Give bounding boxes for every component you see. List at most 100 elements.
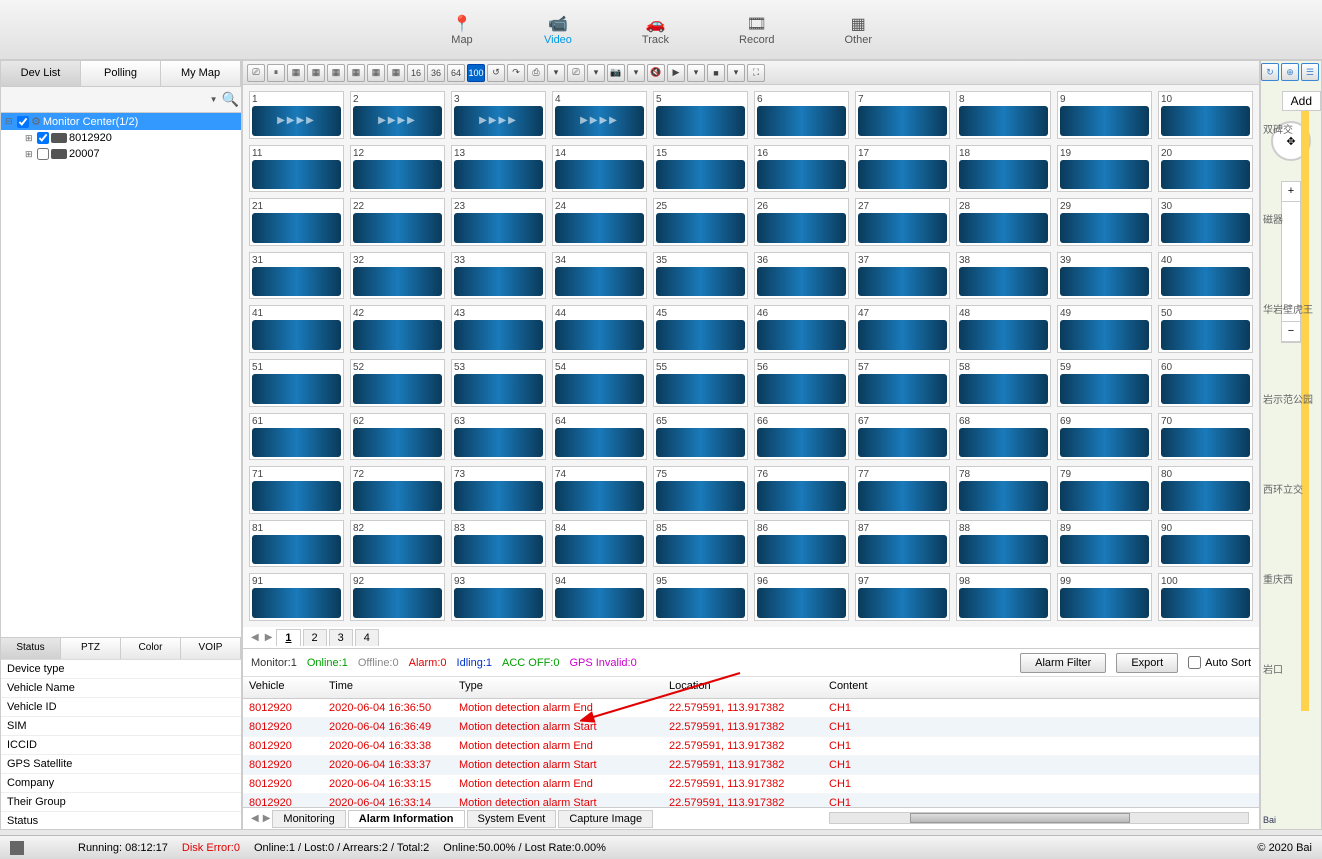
tree-root[interactable]: ⊟ ⚙ Monitor Center(1/2) — [1, 113, 241, 130]
page-next-icon[interactable]: ▶ — [263, 632, 275, 643]
alarm-row[interactable]: 80129202020-06-04 16:36:49Motion detecti… — [243, 718, 1259, 737]
video-cell-99[interactable]: 99 — [1057, 573, 1152, 621]
video-cell-53[interactable]: 53 — [451, 359, 546, 407]
video-cell-61[interactable]: 61 — [249, 413, 344, 461]
video-cell-91[interactable]: 91 — [249, 573, 344, 621]
video-cell-44[interactable]: 44 — [552, 305, 647, 353]
toolbar-btn-10[interactable]: 64 — [447, 64, 465, 82]
subtab-next-icon[interactable]: ▶ — [261, 813, 273, 824]
map-panel[interactable]: ↻⊕☰ Add ✥ + − 双碑交磁器华岩壁虎王岩示范公园西环立交重庆西岩口 B… — [1260, 60, 1322, 830]
toolbar-btn-12[interactable]: ↺ — [487, 64, 505, 82]
page-tab-3[interactable]: 3 — [329, 629, 353, 646]
video-cell-4[interactable]: 4 — [552, 91, 647, 139]
video-cell-42[interactable]: 42 — [350, 305, 445, 353]
video-cell-82[interactable]: 82 — [350, 520, 445, 568]
video-cell-6[interactable]: 6 — [754, 91, 849, 139]
video-cell-70[interactable]: 70 — [1158, 413, 1253, 461]
toolbar-btn-3[interactable]: ▦ — [307, 64, 325, 82]
toolbar-btn-1[interactable]: ⏸ — [267, 64, 285, 82]
tree-device-20007[interactable]: ⊞ 20007 — [1, 146, 241, 162]
page-tab-4[interactable]: 4 — [355, 629, 379, 646]
video-cell-75[interactable]: 75 — [653, 466, 748, 514]
horizontal-scrollbar[interactable] — [829, 812, 1249, 824]
toolbar-btn-7[interactable]: ▦ — [387, 64, 405, 82]
video-cell-100[interactable]: 100 — [1158, 573, 1253, 621]
statustab-status[interactable]: Status — [1, 638, 61, 659]
toolbar-btn-0[interactable]: ⎚ — [247, 64, 265, 82]
toolbar-btn-23[interactable]: ■ — [707, 64, 725, 82]
toolbar-btn-15[interactable]: ▾ — [547, 64, 565, 82]
video-cell-27[interactable]: 27 — [855, 198, 950, 246]
video-cell-88[interactable]: 88 — [956, 520, 1051, 568]
video-cell-95[interactable]: 95 — [653, 573, 748, 621]
video-cell-54[interactable]: 54 — [552, 359, 647, 407]
video-cell-7[interactable]: 7 — [855, 91, 950, 139]
video-cell-47[interactable]: 47 — [855, 305, 950, 353]
device-search-input[interactable] — [3, 89, 204, 110]
video-cell-15[interactable]: 15 — [653, 145, 748, 193]
tree-device-8012920[interactable]: ⊞ 8012920 — [1, 130, 241, 146]
toolbar-btn-13[interactable]: ↷ — [507, 64, 525, 82]
video-cell-84[interactable]: 84 — [552, 520, 647, 568]
video-cell-21[interactable]: 21 — [249, 198, 344, 246]
nav-map[interactable]: 📍Map — [450, 14, 474, 46]
subtab-prev-icon[interactable]: ◀ — [249, 813, 261, 824]
toolbar-btn-5[interactable]: ▦ — [347, 64, 365, 82]
subtab-system-event[interactable]: System Event — [467, 810, 557, 828]
video-cell-78[interactable]: 78 — [956, 466, 1051, 514]
video-cell-39[interactable]: 39 — [1057, 252, 1152, 300]
video-cell-59[interactable]: 59 — [1057, 359, 1152, 407]
video-cell-43[interactable]: 43 — [451, 305, 546, 353]
video-cell-96[interactable]: 96 — [754, 573, 849, 621]
video-cell-72[interactable]: 72 — [350, 466, 445, 514]
alarm-row[interactable]: 80129202020-06-04 16:33:14Motion detecti… — [243, 794, 1259, 807]
video-cell-3[interactable]: 3 — [451, 91, 546, 139]
device-checkbox[interactable] — [37, 148, 49, 160]
statustab-color[interactable]: Color — [121, 638, 181, 659]
alarm-row[interactable]: 80129202020-06-04 16:36:50Motion detecti… — [243, 699, 1259, 718]
toolbar-btn-14[interactable]: ⎙ — [527, 64, 545, 82]
video-cell-20[interactable]: 20 — [1158, 145, 1253, 193]
video-cell-37[interactable]: 37 — [855, 252, 950, 300]
page-tab-1[interactable]: 1 — [276, 629, 300, 646]
maptool-0[interactable]: ↻ — [1261, 63, 1279, 81]
video-cell-38[interactable]: 38 — [956, 252, 1051, 300]
video-cell-80[interactable]: 80 — [1158, 466, 1253, 514]
video-cell-81[interactable]: 81 — [249, 520, 344, 568]
toolbar-btn-16[interactable]: ⎚ — [567, 64, 585, 82]
video-cell-5[interactable]: 5 — [653, 91, 748, 139]
video-cell-1[interactable]: 1 — [249, 91, 344, 139]
sidetab-dev-list[interactable]: Dev List — [1, 61, 81, 86]
video-cell-46[interactable]: 46 — [754, 305, 849, 353]
nav-other[interactable]: ▦Other — [844, 14, 872, 46]
alarm-row[interactable]: 80129202020-06-04 16:33:15Motion detecti… — [243, 775, 1259, 794]
statustab-ptz[interactable]: PTZ — [61, 638, 121, 659]
export-button[interactable]: Export — [1116, 653, 1178, 673]
nav-track[interactable]: 🚗Track — [642, 14, 669, 46]
video-cell-69[interactable]: 69 — [1057, 413, 1152, 461]
video-cell-97[interactable]: 97 — [855, 573, 950, 621]
video-cell-58[interactable]: 58 — [956, 359, 1051, 407]
video-cell-28[interactable]: 28 — [956, 198, 1051, 246]
sidetab-my-map[interactable]: My Map — [161, 61, 241, 86]
maptool-1[interactable]: ⊕ — [1281, 63, 1299, 81]
page-prev-icon[interactable]: ◀ — [249, 632, 261, 643]
subtab-alarm-information[interactable]: Alarm Information — [348, 810, 465, 828]
video-cell-11[interactable]: 11 — [249, 145, 344, 193]
video-cell-67[interactable]: 67 — [855, 413, 950, 461]
video-cell-94[interactable]: 94 — [552, 573, 647, 621]
video-cell-51[interactable]: 51 — [249, 359, 344, 407]
video-cell-32[interactable]: 32 — [350, 252, 445, 300]
device-checkbox[interactable] — [37, 132, 49, 144]
video-cell-23[interactable]: 23 — [451, 198, 546, 246]
video-cell-16[interactable]: 16 — [754, 145, 849, 193]
video-cell-68[interactable]: 68 — [956, 413, 1051, 461]
maptool-2[interactable]: ☰ — [1301, 63, 1319, 81]
video-cell-26[interactable]: 26 — [754, 198, 849, 246]
toolbar-btn-11[interactable]: 100 — [467, 64, 485, 82]
video-cell-30[interactable]: 30 — [1158, 198, 1253, 246]
subtab-monitoring[interactable]: Monitoring — [272, 810, 345, 828]
video-cell-71[interactable]: 71 — [249, 466, 344, 514]
video-cell-13[interactable]: 13 — [451, 145, 546, 193]
toolbar-btn-21[interactable]: ▶ — [667, 64, 685, 82]
